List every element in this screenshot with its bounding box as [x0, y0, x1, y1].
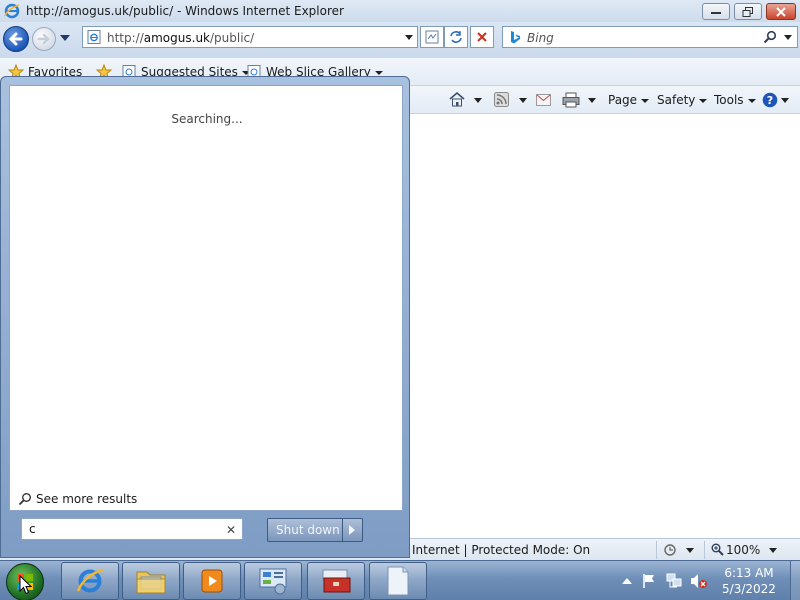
back-arrow-icon — [8, 32, 23, 46]
tools-menu[interactable]: Tools — [714, 93, 756, 107]
back-button[interactable] — [3, 26, 29, 52]
help-icon[interactable]: ? — [762, 92, 778, 108]
shutdown-button[interactable]: Shut down — [267, 518, 363, 542]
search-options-dropdown-icon[interactable] — [784, 35, 792, 40]
document-icon — [387, 566, 409, 596]
mouse-cursor-icon — [19, 575, 32, 595]
shutdown-label: Shut down — [276, 523, 340, 537]
see-more-results-link[interactable]: See more results — [18, 492, 137, 506]
compatibility-view-button[interactable] — [420, 26, 444, 48]
security-zone-status[interactable]: Internet | Protected Mode: On — [412, 543, 590, 557]
clear-search-icon[interactable]: ✕ — [226, 523, 236, 537]
taskbar-internet-explorer[interactable] — [61, 562, 119, 600]
print-dropdown-icon[interactable] — [588, 98, 596, 103]
ie-logo-icon — [4, 3, 20, 19]
minimize-icon — [711, 11, 721, 14]
search-status-text: Searching... — [171, 112, 243, 126]
system-clock[interactable]: 6:13 AM 5/3/2022 — [712, 565, 786, 597]
taskbar-toolbox-app[interactable] — [307, 562, 365, 600]
internet-explorer-icon — [76, 568, 104, 593]
feeds-dropdown-icon[interactable] — [519, 98, 527, 103]
feeds-icon[interactable] — [494, 92, 509, 107]
home-icon[interactable] — [448, 91, 466, 107]
protected-mode-dropdown-icon[interactable] — [686, 548, 694, 553]
taskbar-control-panel[interactable] — [244, 562, 302, 600]
title-bar: http://amogus.uk/public/ - Windows Inter… — [0, 0, 800, 22]
show-hidden-icons-icon[interactable] — [622, 578, 632, 584]
bing-icon — [511, 31, 520, 44]
search-icon[interactable] — [763, 30, 777, 44]
compatibility-icon — [425, 30, 439, 44]
shutdown-options-button[interactable] — [342, 519, 362, 541]
network-icon[interactable] — [666, 573, 682, 589]
recent-pages-dropdown-icon[interactable] — [60, 35, 70, 41]
address-bar[interactable]: http://amogus.uk/public/ — [82, 26, 418, 48]
refresh-icon — [450, 31, 462, 43]
zoom-level[interactable]: 100% — [726, 543, 760, 557]
status-separator — [656, 541, 657, 559]
control-panel-icon — [259, 568, 287, 595]
print-icon[interactable] — [562, 92, 580, 108]
page-menu[interactable]: Page — [608, 93, 650, 107]
action-center-flag-icon[interactable] — [642, 573, 656, 589]
show-desktop-button[interactable] — [790, 561, 800, 600]
address-dropdown-icon[interactable] — [405, 35, 413, 40]
help-dropdown-icon[interactable] — [781, 98, 789, 103]
toolbox-icon — [322, 569, 351, 593]
restore-icon — [742, 6, 753, 17]
read-mail-icon[interactable] — [536, 94, 551, 106]
clock-date: 5/3/2022 — [722, 582, 776, 596]
chevron-right-icon — [349, 525, 355, 535]
stop-button[interactable] — [470, 26, 494, 48]
refresh-button[interactable] — [444, 26, 468, 48]
zoom-icon — [711, 543, 724, 556]
taskbar-windows-explorer[interactable] — [122, 562, 180, 600]
forward-arrow-icon — [37, 33, 50, 45]
taskbar: 6:13 AM 5/3/2022 — [0, 560, 800, 600]
status-separator — [704, 541, 705, 559]
search-box[interactable]: Bing — [502, 26, 798, 48]
svg-text:?: ? — [767, 94, 773, 107]
media-player-icon — [201, 569, 223, 593]
minimize-button[interactable] — [702, 3, 730, 20]
start-menu: Searching... See more results c ✕ Shut d… — [0, 76, 410, 558]
folder-icon — [136, 571, 166, 594]
clock-time: 6:13 AM — [724, 566, 774, 580]
navigation-bar: http://amogus.uk/public/ Bing — [0, 22, 800, 58]
address-url: http://amogus.uk/public/ — [107, 31, 255, 45]
home-dropdown-icon[interactable] — [474, 98, 482, 103]
start-menu-results-pane: Searching... See more results — [9, 85, 403, 511]
stop-icon — [477, 32, 487, 42]
window-title: http://amogus.uk/public/ - Windows Inter… — [26, 4, 344, 18]
restore-button[interactable] — [734, 3, 762, 20]
taskbar-media-player[interactable] — [183, 562, 241, 600]
zoom-dropdown-icon[interactable] — [769, 548, 777, 553]
close-button[interactable] — [766, 3, 796, 20]
forward-button[interactable] — [32, 27, 56, 51]
taskbar-notepad[interactable] — [369, 562, 427, 600]
magnifier-icon — [18, 493, 31, 506]
volume-muted-icon[interactable] — [690, 573, 708, 589]
command-bar: Page Safety Tools ? — [410, 86, 800, 114]
close-icon — [776, 6, 786, 17]
start-search-value: c — [29, 522, 36, 536]
search-placeholder: Bing — [527, 31, 554, 45]
protected-mode-settings-icon[interactable] — [664, 543, 680, 557]
safety-menu[interactable]: Safety — [657, 93, 708, 107]
page-icon — [87, 30, 101, 44]
start-search-input[interactable]: c ✕ — [21, 518, 243, 540]
